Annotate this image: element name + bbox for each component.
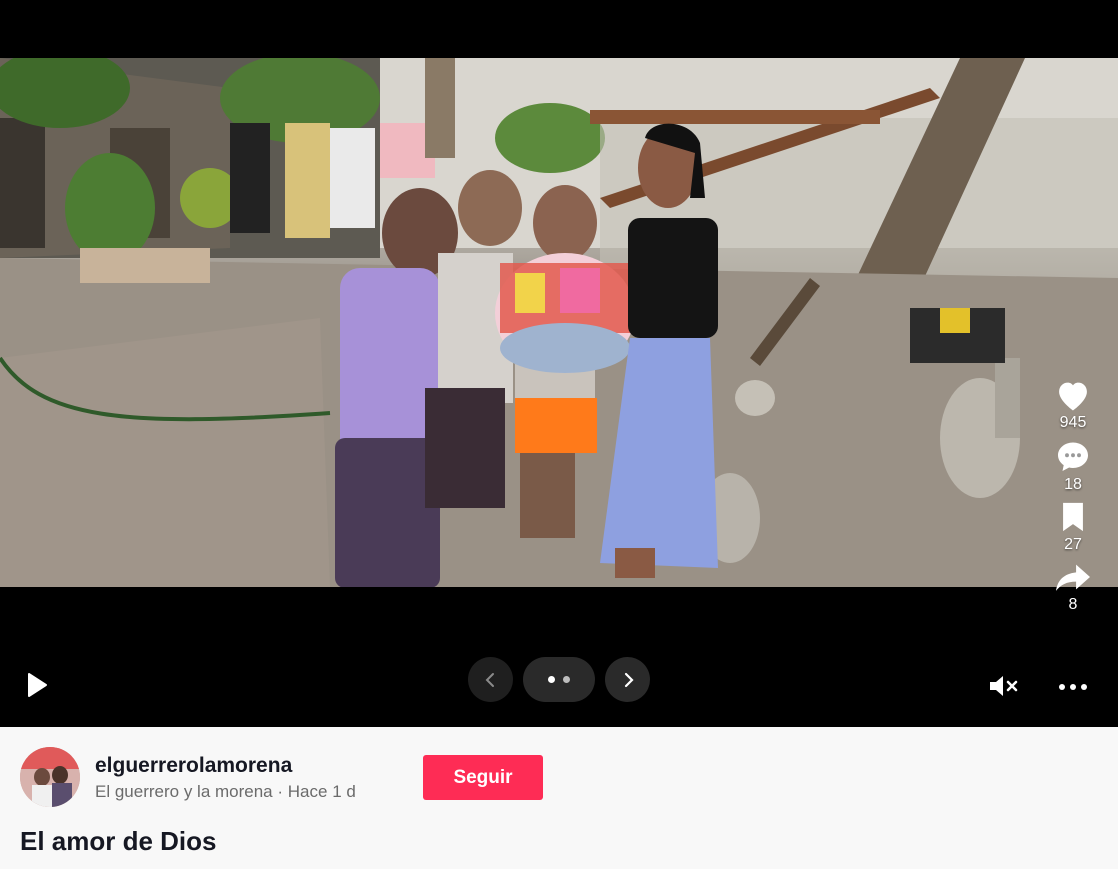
share-action[interactable]: 8 xyxy=(1054,560,1092,614)
post-time: Hace 1 d xyxy=(287,782,356,801)
author-meta: El guerrero y la morena · Hace 1 d xyxy=(95,782,356,802)
chevron-left-icon xyxy=(485,672,494,687)
slide-dot-active xyxy=(548,676,555,683)
like-action[interactable]: 945 xyxy=(1054,378,1092,432)
share-count: 8 xyxy=(1068,596,1078,613)
follow-button[interactable]: Seguir xyxy=(423,755,543,800)
photo-scene xyxy=(0,58,1118,587)
action-rail: 945 18 27 8 xyxy=(1028,378,1118,620)
next-slide-button[interactable] xyxy=(605,657,650,702)
comment-count: 18 xyxy=(1064,476,1082,493)
slide-dot xyxy=(563,676,570,683)
save-action[interactable]: 27 xyxy=(1058,500,1088,554)
bookmark-icon[interactable] xyxy=(1058,500,1088,534)
chevron-right-icon xyxy=(624,672,634,687)
comment-icon[interactable] xyxy=(1054,438,1092,474)
comment-action[interactable]: 18 xyxy=(1054,438,1092,494)
avatar-image xyxy=(20,747,80,807)
video-player: 945 18 27 8 xyxy=(0,0,1118,727)
author-display-name: El guerrero y la morena xyxy=(95,782,273,801)
more-options-button[interactable] xyxy=(1052,672,1094,702)
share-icon[interactable] xyxy=(1054,560,1092,594)
author-username[interactable]: elguerrerolamorena xyxy=(95,754,292,778)
post-caption: El amor de Dios xyxy=(20,826,217,856)
muted-speaker-icon xyxy=(990,676,1018,696)
previous-slide-button[interactable] xyxy=(468,657,513,702)
meta-separator: · xyxy=(277,782,284,801)
post-photo[interactable] xyxy=(0,58,1118,587)
avatar[interactable] xyxy=(20,747,80,807)
play-button[interactable] xyxy=(22,670,52,700)
mute-button[interactable] xyxy=(985,671,1021,701)
like-count: 945 xyxy=(1059,414,1087,431)
slide-indicator xyxy=(523,657,595,702)
save-count: 27 xyxy=(1064,536,1082,553)
play-icon xyxy=(28,673,47,697)
heart-icon[interactable] xyxy=(1054,378,1092,412)
more-icon xyxy=(1059,684,1065,690)
